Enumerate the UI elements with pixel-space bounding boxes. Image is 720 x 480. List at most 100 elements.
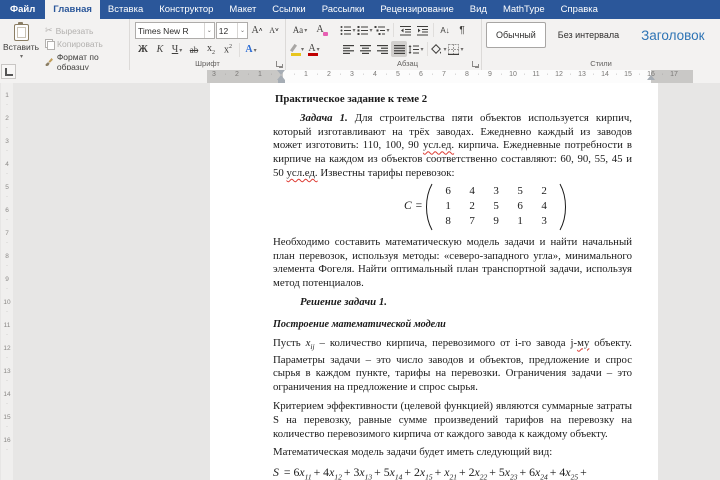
ruler-number: 4: [373, 71, 377, 78]
ruler-tick: ·: [6, 423, 8, 430]
ruler-number: 1: [258, 71, 262, 78]
ribbon-tab-конструктор[interactable]: Конструктор: [151, 0, 221, 19]
clear-formatting-button[interactable]: А: [312, 22, 328, 38]
ruler-number: 3: [5, 138, 9, 145]
ribbon-tab-ссылки[interactable]: Ссылки: [264, 0, 313, 19]
ruler-number: 14: [601, 71, 609, 78]
scissors-icon: ✂: [45, 25, 53, 35]
paragraph-dialog-launcher[interactable]: [472, 61, 479, 68]
shading-button[interactable]: ▾: [431, 41, 447, 57]
style-card-label: Заголовок: [641, 27, 705, 43]
font-color-button[interactable]: А ▾: [306, 41, 322, 57]
ruler-tick: ·: [6, 308, 8, 315]
font-size-combo[interactable]: 12 ⌄: [215, 22, 248, 39]
align-center-button[interactable]: [357, 41, 373, 57]
ribbon-tab-файл[interactable]: Файл: [0, 0, 46, 19]
styles-group-label: Стили: [590, 59, 612, 68]
ruler-number: 8: [465, 71, 469, 78]
align-right-button[interactable]: [374, 41, 390, 57]
style-card-heading1[interactable]: Заголовок: [631, 22, 714, 48]
document-page[interactable]: Практическое задание к теме 2 Задача 1. …: [210, 83, 658, 480]
ruler-number: 10: [3, 299, 11, 306]
style-card-normal[interactable]: Обычный: [486, 22, 546, 48]
paragraph-need: Необходимо составить математическую моде…: [273, 235, 632, 290]
matrix-cell: 9: [493, 215, 499, 228]
numbering-button[interactable]: ▾: [357, 22, 373, 38]
justify-button[interactable]: [391, 41, 407, 57]
borders-icon: [448, 43, 460, 55]
cut-button[interactable]: ✂ Вырезать: [43, 24, 126, 37]
ruler-number: 13: [578, 71, 586, 78]
matrix-cell: 6: [517, 200, 523, 213]
grow-font-button[interactable]: А ˄: [249, 23, 265, 39]
bold-button[interactable]: Ж: [135, 42, 151, 58]
matrix-cell: 6: [445, 185, 451, 198]
chevron-down-icon: ⌄: [236, 23, 245, 38]
ruler-tick: ·: [6, 170, 8, 177]
subscript-button[interactable]: x2: [203, 42, 219, 58]
increase-indent-button[interactable]: [414, 22, 430, 38]
multilevel-list-button[interactable]: ▾: [374, 22, 390, 38]
ruler-number: 7: [442, 71, 446, 78]
bullets-button[interactable]: ▾: [340, 22, 356, 38]
ruler-tick: ·: [6, 354, 8, 361]
style-card-nospacing[interactable]: Без интервала: [548, 22, 629, 48]
sort-button[interactable]: А ↓: [437, 22, 453, 38]
style-card-heading2[interactable]: Заголовок 2: [717, 22, 720, 48]
ruler-row: 3 2 1 1 2 3 4 5 6 7 8 9 10 11 12 13 14 15 16 17 · · · · · · · · · · · ·…: [0, 64, 720, 83]
ruler-tick: ·: [638, 71, 641, 78]
ribbon-tab-рецензирование[interactable]: Рецензирование: [372, 0, 461, 19]
font-name-combo[interactable]: Times New R ⌄: [135, 22, 215, 39]
style-card-label: Обычный: [496, 30, 536, 40]
horizontal-ruler[interactable]: 3 2 1 1 2 3 4 5 6 7 8 9 10 11 12 13 14 15 16 17 · · · · · · · · · · · ·…: [207, 70, 693, 83]
solution-heading: Решение задачи 1.: [300, 295, 387, 308]
paste-button[interactable]: Вставить ▾: [3, 22, 39, 60]
decrease-indent-button[interactable]: [397, 22, 413, 38]
ruler-tick: ·: [316, 71, 319, 78]
ruler-number: 12: [3, 345, 11, 352]
paragraph-group: ▾ ▾ ▾ А ↓ ¶ ▾ ▾ ▾ Абзац: [334, 19, 482, 70]
ribbon-tab-рассылки[interactable]: Рассылки: [314, 0, 373, 19]
ruler-number: 9: [488, 71, 492, 78]
ribbon-tab-макет[interactable]: Макет: [221, 0, 264, 19]
line-spacing-icon: [408, 44, 420, 54]
ribbon-tab-bar: Файл Главная Вставка Конструктор Макет Ссылки…: [0, 0, 720, 19]
ribbon-tab-справка[interactable]: Справка: [553, 0, 606, 19]
change-case-button[interactable]: Аа ▾: [289, 22, 311, 38]
tab-stop-icon: [4, 67, 13, 76]
line-spacing-button[interactable]: ▾: [408, 41, 424, 57]
numbered-list-icon: [357, 25, 369, 35]
ruler-tick: ·: [546, 71, 549, 78]
paragraph-group-label: Абзац: [396, 59, 419, 68]
borders-button[interactable]: ▾: [448, 41, 464, 57]
ribbon-tab-вид[interactable]: Вид: [462, 0, 495, 19]
text-effects-button[interactable]: А ▾: [243, 42, 259, 58]
matrix-cell: 2: [541, 185, 547, 198]
vertical-ruler[interactable]: 1 · 2 · 3 · 4 · 5 · 6 · 7 · 8 · 9 · 10 · 11 · 12 · 13 · 14 · 15 · 16 ·: [1, 83, 13, 480]
show-marks-button[interactable]: ¶: [454, 22, 470, 38]
align-center-icon: [359, 44, 371, 54]
hanging-indent-marker[interactable]: [277, 71, 285, 80]
underline-button[interactable]: Ч ▾: [169, 42, 185, 58]
copy-button[interactable]: Копировать: [43, 38, 126, 50]
shrink-font-button[interactable]: А ˅: [266, 23, 282, 39]
ribbon-tab-mathtype[interactable]: MathType: [495, 0, 553, 19]
tab-selector[interactable]: [1, 64, 16, 79]
ruler-tick: ·: [454, 71, 457, 78]
ruler-number: 16: [3, 437, 11, 444]
matrix-cell: 3: [493, 185, 499, 198]
chevron-down-icon[interactable]: ▾: [20, 53, 23, 60]
strikethrough-button[interactable]: ab: [186, 42, 202, 58]
ruler-tick: ·: [6, 239, 8, 246]
ribbon-tab-вставка[interactable]: Вставка: [100, 0, 151, 19]
ruler-number: 5: [5, 184, 9, 191]
align-left-button[interactable]: [340, 41, 356, 57]
font-dialog-launcher[interactable]: [276, 61, 283, 68]
italic-button[interactable]: К: [152, 42, 168, 58]
text-highlight-button[interactable]: ▾: [289, 41, 305, 57]
superscript-button[interactable]: x2: [220, 42, 236, 58]
font-group-label: Шрифт: [195, 59, 220, 68]
objective-formula-line1: S = 6x11 + 4x12 + 3x13 + 5x14 + 2x15 + x21 + 2…: [273, 465, 587, 480]
matrix-row: 8 7 9 1 3: [436, 214, 556, 229]
ribbon-tab-главная[interactable]: Главная: [45, 0, 100, 19]
